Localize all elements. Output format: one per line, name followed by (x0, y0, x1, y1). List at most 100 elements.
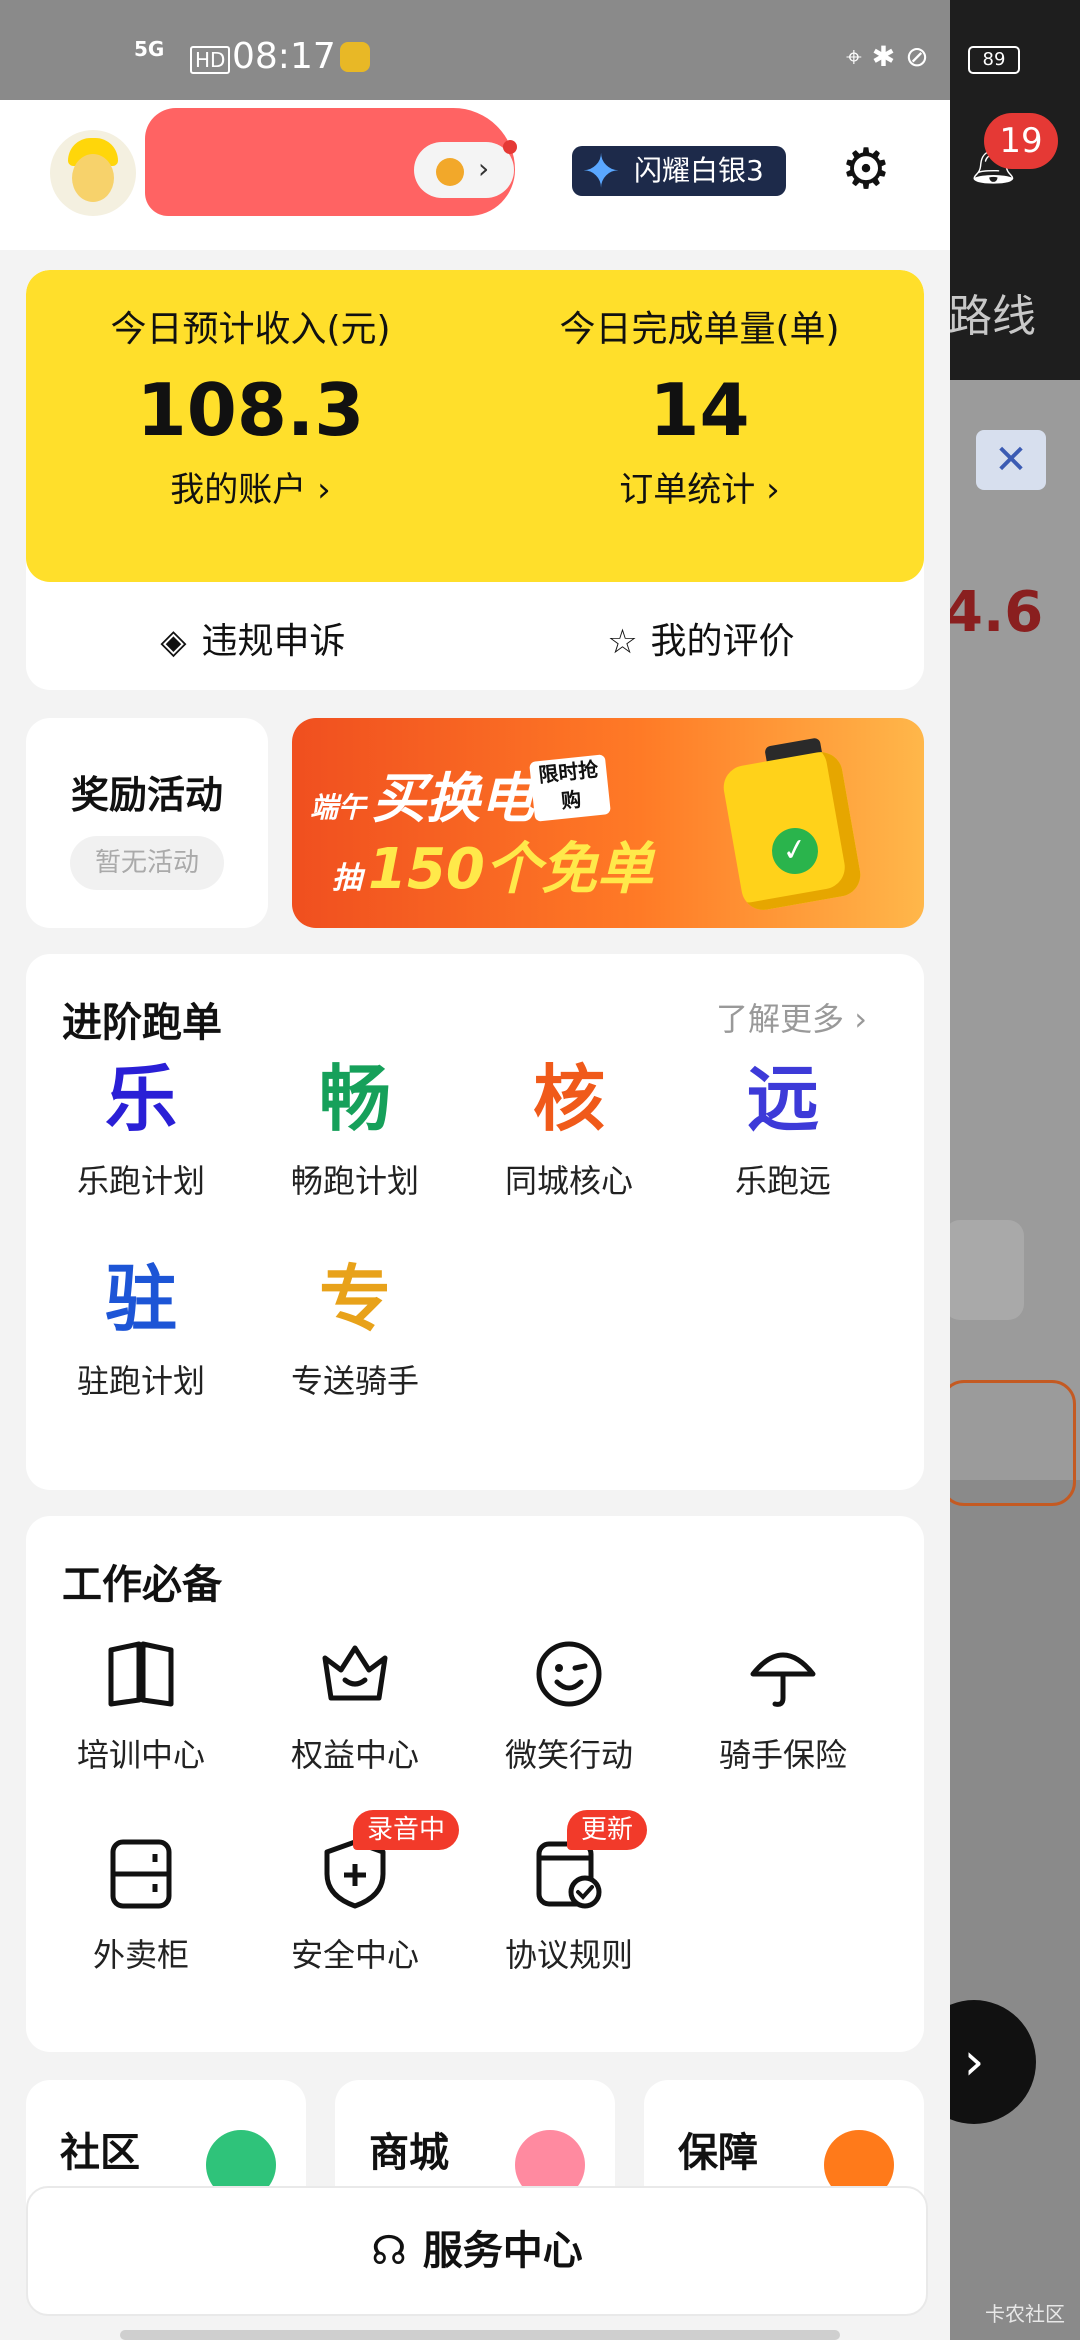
plan-icon: 专 (318, 1257, 391, 1341)
plan-label: 乐跑远 (734, 1162, 831, 1200)
orders-stats-link[interactable]: 订单统计 › (475, 462, 924, 511)
plan-item-changpao[interactable]: 畅 畅跑计划 (248, 1054, 462, 1202)
work-label: 骑手保险 (718, 1736, 847, 1774)
book-icon (103, 1636, 179, 1712)
work-label: 培训中心 (76, 1736, 205, 1774)
star-outline-icon: ☆ (607, 622, 638, 662)
plan-icon: 远 (746, 1057, 819, 1141)
work-item-insurance[interactable]: 骑手保险 (676, 1636, 890, 1776)
banner-tag: 限时抢购 (529, 754, 611, 822)
plan-item-zhupao[interactable]: 驻 驻跑计划 (34, 1254, 248, 1402)
headset-icon: ☊ (371, 2228, 407, 2274)
work-item-training[interactable]: 培训中心 (34, 1636, 248, 1776)
orders-value: 14 (649, 368, 750, 452)
work-item-smile[interactable]: 微笑行动 (462, 1636, 676, 1776)
earnings-actions: ◈ 违规申诉 ☆ 我的评价 (26, 582, 924, 690)
rewards-title: 奖励活动 (70, 773, 223, 817)
shield-icon: 录音中 (317, 1810, 460, 1912)
drawer-header: › ✦ 闪耀白银3 ⚙︎ (0, 100, 950, 250)
earnings-card: 今日预计收入(元) 108.3 我的账户 › 今日完成单量(单) 14 订单统计… (26, 270, 924, 690)
star-icon: ✦ (581, 144, 621, 198)
settings-icon[interactable]: ⚙︎ (836, 140, 896, 200)
review-button[interactable]: ☆ 我的评价 (475, 612, 924, 664)
background-dropdown (944, 1220, 1024, 1320)
smile-icon (531, 1636, 607, 1712)
umbrella-icon (745, 1636, 821, 1712)
locker-icon (103, 1836, 179, 1912)
work-label: 安全中心 (290, 1936, 419, 1974)
coin-icon (436, 158, 464, 186)
recording-badge: 录音中 (353, 1810, 460, 1850)
plan-label: 驻跑计划 (76, 1362, 205, 1400)
network-indicator: 5G (134, 37, 165, 61)
rank-badge[interactable]: ✦ 闪耀白银3 (572, 144, 786, 198)
rewards-empty-badge: 暂无活动 (70, 836, 224, 890)
home-indicator (120, 2330, 840, 2340)
plan-label: 同城核心 (504, 1162, 633, 1200)
service-center-button[interactable]: ☊ 服务中心 (26, 2186, 928, 2316)
plan-item-core[interactable]: 核 同城核心 (462, 1054, 676, 1202)
level-coin-button[interactable] (414, 142, 514, 198)
avatar[interactable] (50, 130, 136, 216)
plan-item-zhuansong[interactable]: 专 专送骑手 (248, 1254, 462, 1402)
learn-more-link[interactable]: 了解更多 › (716, 994, 867, 1040)
card-title: 商城 (369, 2130, 449, 2176)
promo-banner[interactable]: 端午 买换电 限时抢购 抽 150个免单 ✓ (292, 718, 924, 928)
red-dot-indicator (503, 140, 517, 154)
work-label: 权益中心 (290, 1736, 419, 1774)
work-essentials-section: 工作必备 培训中心 权益中心 微笑行动 骑手保险 外卖柜 录音中 安全中心 更新… (26, 1516, 924, 2052)
chevron-right-icon: › (478, 152, 490, 185)
notification-badge: 19 (984, 113, 1058, 169)
banner-headline: 端午 买换电 (310, 767, 535, 830)
income-value: 108.3 (136, 368, 365, 452)
battery-indicator: 89 (968, 46, 1020, 74)
work-label: 外卖柜 (92, 1936, 189, 1974)
account-link[interactable]: 我的账户 › (26, 462, 475, 511)
background-route-text: 路线 (948, 291, 1036, 342)
work-item-agreements[interactable]: 更新 协议规则 (462, 1810, 676, 1976)
rewards-card[interactable]: 奖励活动 暂无活动 (26, 718, 268, 928)
work-item-benefits[interactable]: 权益中心 (248, 1636, 462, 1776)
status-icons: ⌖✱⊘ (846, 40, 939, 73)
work-item-safety[interactable]: 录音中 安全中心 (248, 1810, 462, 1976)
plan-label: 乐跑计划 (76, 1162, 205, 1200)
earnings-summary: 今日预计收入(元) 108.3 我的账户 › 今日完成单量(单) 14 订单统计… (26, 270, 924, 582)
clock: 08:17 (232, 36, 336, 77)
section-title: 工作必备 (62, 1562, 222, 1608)
plan-icon: 核 (532, 1057, 605, 1141)
appeal-icon: ◈ (160, 622, 187, 662)
work-label: 微笑行动 (504, 1736, 633, 1774)
banner-subline: 抽 150个免单 (332, 837, 653, 902)
orders-column[interactable]: 今日完成单量(单) 14 订单统计 › (475, 300, 924, 511)
watermark: 卡农社区 (985, 2302, 1065, 2326)
plan-icon: 畅 (318, 1057, 391, 1141)
card-title: 保障 (678, 2130, 758, 2176)
document-check-icon: 更新 (531, 1810, 648, 1912)
plan-label: 畅跑计划 (290, 1162, 419, 1200)
update-badge: 更新 (567, 1810, 648, 1850)
work-item-locker[interactable]: 外卖柜 (34, 1836, 248, 1976)
rank-label: 闪耀白银3 (634, 154, 764, 187)
background-close-icon: ✕ (976, 430, 1046, 490)
income-column[interactable]: 今日预计收入(元) 108.3 我的账户 › (26, 300, 475, 511)
section-title: 进阶跑单 (62, 1000, 222, 1046)
plan-item-yuan[interactable]: 远 乐跑远 (676, 1054, 890, 1202)
orders-label: 今日完成单量(单) (559, 309, 840, 350)
card-title: 社区 (60, 2130, 140, 2176)
plan-item-lepao[interactable]: 乐 乐跑计划 (34, 1054, 248, 1202)
plan-icon: 乐 (104, 1057, 177, 1141)
app-notification-icon (340, 42, 370, 72)
work-label: 协议规则 (504, 1936, 633, 1974)
hd-indicator: HD (190, 46, 231, 74)
appeal-button[interactable]: ◈ 违规申诉 (26, 612, 475, 664)
background-outlined-button (940, 1380, 1076, 1506)
plan-icon: 驻 (104, 1257, 177, 1341)
income-label: 今日预计收入(元) (110, 309, 391, 350)
profile-drawer: › ✦ 闪耀白银3 ⚙︎ 今日预计收入(元) 108.3 我的账户 › 今日完成… (0, 100, 950, 2340)
crown-icon (317, 1636, 393, 1712)
plan-label: 专送骑手 (290, 1362, 419, 1400)
service-center: ☊ 服务中心 (28, 2188, 926, 2314)
status-bar: 5G HD 08:17 ⌖✱⊘ 89 (0, 0, 1020, 100)
background-amount: 4.6 (944, 580, 1044, 645)
advanced-section: 进阶跑单 了解更多 › 乐 乐跑计划 畅 畅跑计划 核 同城核心 远 乐跑远 驻… (26, 954, 924, 1490)
